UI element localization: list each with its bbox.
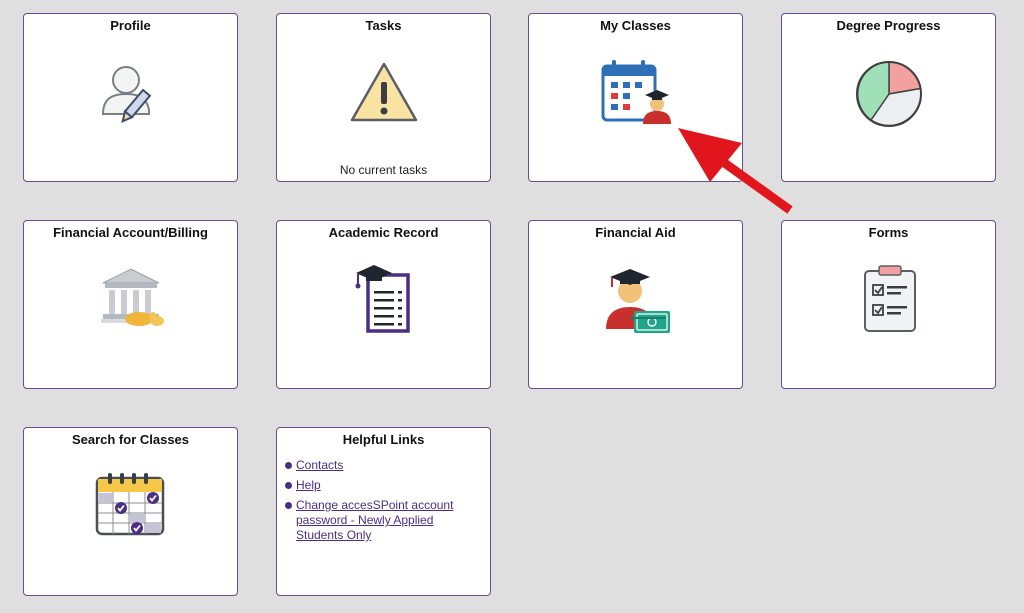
tile-title: Search for Classes bbox=[71, 432, 190, 447]
clipboard-icon bbox=[782, 261, 995, 341]
tile-title: Financial Account/Billing bbox=[53, 225, 208, 240]
financial-aid-tile[interactable]: Financial Aid bbox=[528, 220, 743, 389]
pie-chart-icon bbox=[782, 54, 995, 134]
user-edit-icon bbox=[24, 54, 237, 134]
helpful-links-list: Contacts Help Change accesSPoint account… bbox=[285, 458, 480, 548]
help-link[interactable]: Help bbox=[296, 478, 321, 492]
search-classes-tile[interactable]: Search for Classes bbox=[23, 427, 238, 596]
tile-title: Profile bbox=[110, 18, 151, 33]
tile-title: Degree Progress bbox=[836, 18, 941, 33]
list-item: Contacts bbox=[285, 458, 480, 473]
financial-account-tile[interactable]: Financial Account/Billing bbox=[23, 220, 238, 389]
tile-title: Forms bbox=[868, 225, 909, 240]
calendar-check-icon bbox=[24, 468, 237, 548]
class-calendar-icon bbox=[529, 54, 742, 134]
profile-tile[interactable]: Profile bbox=[23, 13, 238, 182]
change-password-link[interactable]: Change accesSPoint account password - Ne… bbox=[296, 498, 453, 542]
helpful-links-tile: Helpful Links Contacts Help Change acces… bbox=[276, 427, 491, 596]
graduate-money-icon bbox=[529, 261, 742, 341]
tasks-tile[interactable]: Tasks No current tasks bbox=[276, 13, 491, 182]
tile-title: Academic Record bbox=[328, 225, 439, 240]
my-classes-tile[interactable]: My Classes bbox=[528, 13, 743, 182]
bank-icon bbox=[24, 261, 237, 341]
academic-record-tile[interactable]: Academic Record bbox=[276, 220, 491, 389]
tile-title: Helpful Links bbox=[342, 432, 425, 447]
degree-progress-tile[interactable]: Degree Progress bbox=[781, 13, 996, 182]
transcript-icon bbox=[277, 261, 490, 341]
list-item: Change accesSPoint account password - Ne… bbox=[285, 498, 480, 543]
warning-icon bbox=[277, 54, 490, 134]
tasks-status-text: No current tasks bbox=[339, 163, 428, 177]
list-item: Help bbox=[285, 478, 480, 493]
forms-tile[interactable]: Forms bbox=[781, 220, 996, 389]
tile-title: My Classes bbox=[600, 18, 671, 33]
tile-title: Financial Aid bbox=[595, 225, 676, 240]
contacts-link[interactable]: Contacts bbox=[296, 458, 343, 472]
tile-title: Tasks bbox=[365, 18, 402, 33]
